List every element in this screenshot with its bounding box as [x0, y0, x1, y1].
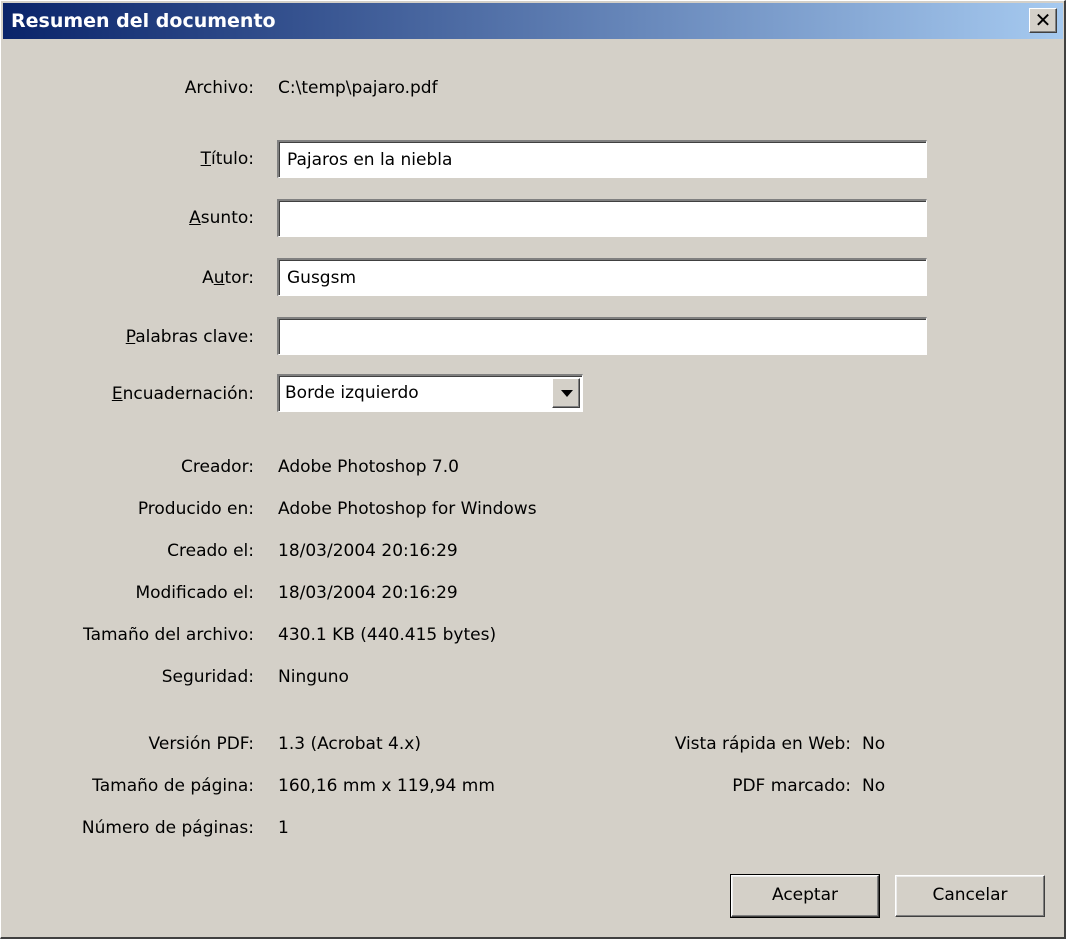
fast-web-view-label: Vista rápida en Web: [674, 734, 851, 754]
title-bar[interactable]: Resumen del documento ✕ [3, 3, 1063, 39]
document-summary-dialog: Resumen del documento ✕ Archivo: C:\temp… [0, 0, 1066, 939]
file-size-label: Tamaño del archivo: [83, 625, 254, 645]
created-label: Creado el: [167, 541, 254, 561]
fast-web-view-value: No [862, 734, 886, 754]
binding-label-accesskey: E [111, 384, 123, 404]
file-path-value: C:\temp\pajaro.pdf [278, 78, 438, 98]
page-size-value: 160,16 mm x 119,94 mm [278, 776, 495, 796]
producer-label: Producido en: [137, 499, 254, 519]
file-label: Archivo: [184, 78, 254, 98]
close-icon[interactable]: ✕ [1029, 8, 1057, 33]
title-label-post: ítulo: [210, 149, 254, 169]
author-label-accesskey: u [213, 268, 225, 288]
author-label: Autor: [1, 266, 254, 290]
page-count-label: Número de páginas: [81, 818, 254, 838]
subject-input[interactable] [277, 199, 927, 237]
binding-label: Encuadernación: [1, 382, 254, 406]
tagged-pdf-value: No [862, 776, 886, 796]
modified-value: 18/03/2004 20:16:29 [278, 583, 458, 603]
ok-button[interactable]: Aceptar [730, 874, 880, 918]
created-value: 18/03/2004 20:16:29 [278, 541, 458, 561]
title-input[interactable] [277, 140, 927, 178]
binding-label-post: ncuadernación: [122, 384, 254, 404]
binding-select[interactable]: Borde izquierdo [277, 374, 583, 412]
binding-select-value: Borde izquierdo [285, 383, 419, 403]
pdf-version-label: Versión PDF: [148, 734, 254, 754]
author-label-pre: A [202, 268, 214, 288]
subject-label-accesskey: A [189, 208, 201, 228]
keywords-label: Palabras clave: [1, 325, 254, 349]
modified-label: Modificado el: [135, 583, 254, 603]
title-label: Título: [1, 147, 254, 171]
pdf-version-value: 1.3 (Acrobat 4.x) [278, 734, 421, 754]
security-value: Ninguno [278, 667, 349, 687]
page-size-label: Tamaño de página: [92, 776, 254, 796]
dialog-title: Resumen del documento [11, 10, 276, 32]
author-input[interactable] [277, 258, 927, 296]
creator-label: Creador: [181, 457, 254, 477]
chevron-down-icon[interactable] [552, 378, 580, 408]
security-label: Seguridad: [161, 667, 254, 687]
tagged-pdf-label: PDF marcado: [732, 776, 851, 796]
creator-value: Adobe Photoshop 7.0 [278, 457, 459, 477]
keywords-label-accesskey: P [125, 327, 136, 347]
author-label-post: tor: [224, 268, 254, 288]
keywords-label-post: alabras clave: [135, 327, 254, 347]
subject-label: Asunto: [1, 206, 254, 230]
producer-value: Adobe Photoshop for Windows [278, 499, 537, 519]
title-label-accesskey: T [200, 149, 211, 169]
page-count-value: 1 [278, 818, 289, 838]
subject-label-post: sunto: [200, 208, 254, 228]
cancel-button[interactable]: Cancelar [895, 875, 1045, 917]
keywords-input[interactable] [277, 317, 927, 355]
file-size-value: 430.1 KB (440.415 bytes) [278, 625, 497, 645]
